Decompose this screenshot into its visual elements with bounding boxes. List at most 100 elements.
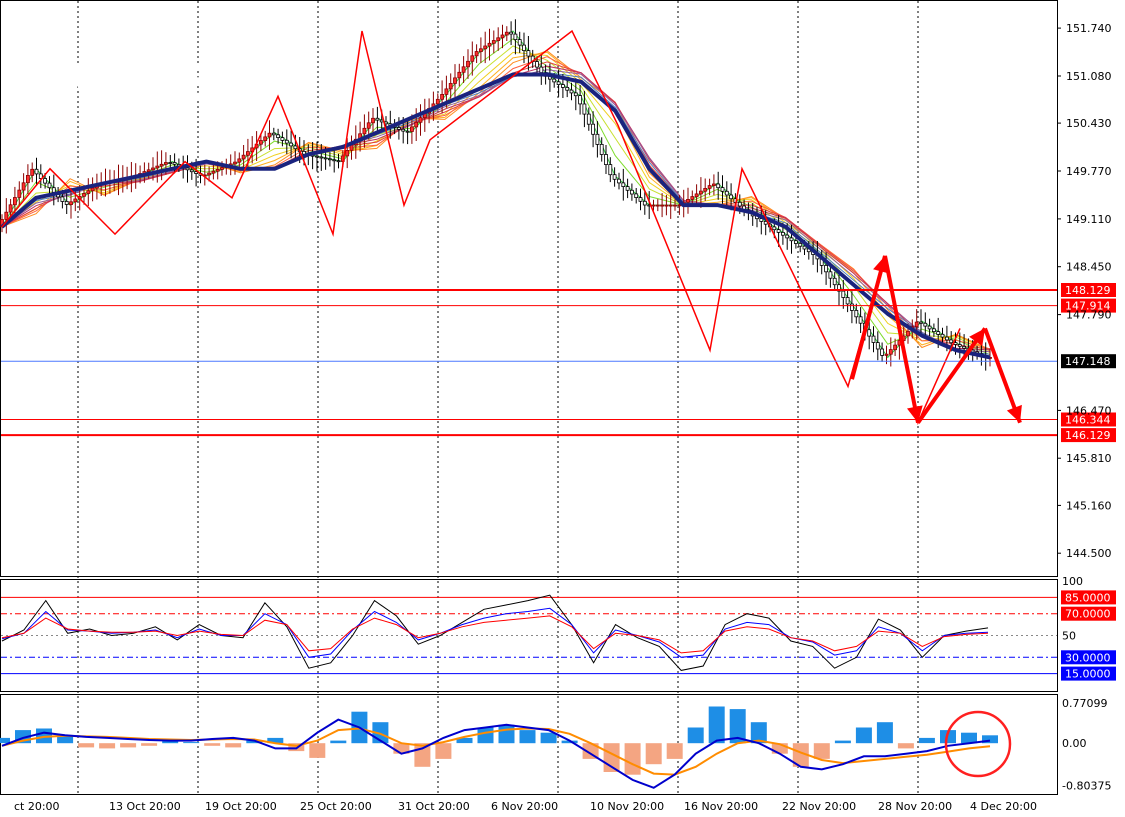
candle-body <box>561 84 565 88</box>
candle-body <box>8 204 13 213</box>
candle-body <box>888 349 893 355</box>
candle-body <box>504 31 509 36</box>
price-tick-label: 145.160 <box>1066 499 1112 512</box>
candle-body <box>932 328 936 332</box>
candle-body <box>327 158 332 161</box>
candle-body <box>949 339 954 344</box>
candle-body <box>573 92 578 97</box>
candle-body <box>781 231 785 236</box>
candle-body <box>854 309 859 318</box>
candle-body <box>207 172 212 176</box>
candle-body <box>12 197 17 206</box>
candle-body <box>444 88 449 95</box>
macd-histogram-bar <box>204 743 221 746</box>
candle-body <box>319 156 324 159</box>
candle-body <box>535 61 539 68</box>
candle-body <box>440 94 445 100</box>
price-tick-label: 146.470 <box>1066 404 1112 417</box>
macd-tick-label: -0.80375 <box>1062 779 1111 792</box>
candle-body <box>832 277 837 286</box>
macd-histogram-bar <box>666 743 683 759</box>
candle-body <box>513 33 518 40</box>
candle-body <box>453 77 457 84</box>
candle-body <box>858 316 863 324</box>
candle-body <box>448 83 453 90</box>
macd-histogram-bar <box>687 727 704 744</box>
candle-body <box>478 48 483 52</box>
candle-body <box>258 140 263 145</box>
macd-histogram-bar <box>813 743 830 759</box>
macd-histogram-bar <box>876 722 893 744</box>
candle-body <box>289 142 294 147</box>
macd-histogram-bar <box>183 742 200 744</box>
macd-histogram-bar <box>540 732 557 744</box>
candle-body <box>539 66 544 73</box>
candle-body <box>599 143 604 155</box>
candle-body <box>60 196 65 202</box>
candle-body <box>630 189 634 195</box>
candle-body <box>73 198 78 203</box>
candle-body <box>315 155 319 158</box>
candle-body <box>51 187 56 193</box>
candle-body <box>47 182 52 189</box>
time-tick-label: 31 Oct 20:00 <box>398 800 470 813</box>
candle-body <box>362 127 367 135</box>
candle-body <box>517 39 522 46</box>
candle-body <box>875 342 880 350</box>
candle-body <box>159 163 164 167</box>
oscillator-level-label: 70.0000 <box>1065 608 1111 621</box>
macd-histogram-bar <box>477 727 494 744</box>
time-tick-label: 22 Nov 20:00 <box>782 800 856 813</box>
oscillator-level-label: 30.0000 <box>1065 651 1111 664</box>
candle-body <box>785 234 790 239</box>
time-tick-label: 6 Nov 20:00 <box>491 800 558 813</box>
time-tick-label: 4 Dec 20:00 <box>970 800 1037 813</box>
candle-body <box>474 51 479 57</box>
candle-body <box>957 344 962 347</box>
candle-body <box>703 187 708 192</box>
candle-body <box>824 264 828 273</box>
macd-histogram-bar <box>708 706 725 744</box>
time-tick-label: 16 Nov 20:00 <box>684 800 758 813</box>
time-tick-label: 10 Nov 20:00 <box>590 800 664 813</box>
candle-body <box>884 353 889 356</box>
time-tick-label: 13 Oct 20:00 <box>109 800 181 813</box>
candle-body <box>953 342 958 345</box>
watermark: VATEE <box>70 54 242 112</box>
candle-body <box>690 196 695 200</box>
candle-body <box>776 229 781 233</box>
candle-body <box>945 336 949 341</box>
candle-body <box>569 89 574 94</box>
candle-body <box>556 81 561 86</box>
macd-histogram-bar <box>498 724 515 744</box>
candle-body <box>686 198 690 203</box>
candle-body <box>151 167 155 171</box>
macd-histogram-bar <box>834 740 851 744</box>
time-axis: ct 20:00 13 Oct 20:00 19 Oct 20:00 25 Oct 2… <box>14 800 1037 813</box>
candle-body <box>396 127 401 130</box>
candle-body <box>906 330 910 337</box>
candle-body <box>379 119 384 123</box>
candle-body <box>828 271 833 279</box>
time-tick-label: 28 Nov 20:00 <box>878 800 952 813</box>
candle-body <box>772 226 777 231</box>
macd-histogram-bar <box>918 737 935 744</box>
candle-body <box>794 240 798 244</box>
candle-body <box>21 182 26 191</box>
candle-body <box>30 168 35 176</box>
candle-body <box>936 331 941 335</box>
candle-body <box>263 136 268 141</box>
candle-body <box>345 149 350 157</box>
current-price-label: 147.148 <box>1065 355 1111 368</box>
oscillator-level-label: 85.0000 <box>1065 591 1111 604</box>
candle-body <box>401 128 406 132</box>
macd-histogram-bar <box>645 743 662 765</box>
candle-body <box>496 37 501 41</box>
candle-body <box>850 303 854 311</box>
candle-body <box>293 145 298 150</box>
time-tick-label: 25 Oct 20:00 <box>300 800 372 813</box>
candle-body <box>86 190 91 194</box>
candle-body <box>940 333 945 338</box>
candle-body <box>211 170 216 174</box>
candle-body <box>712 183 716 187</box>
